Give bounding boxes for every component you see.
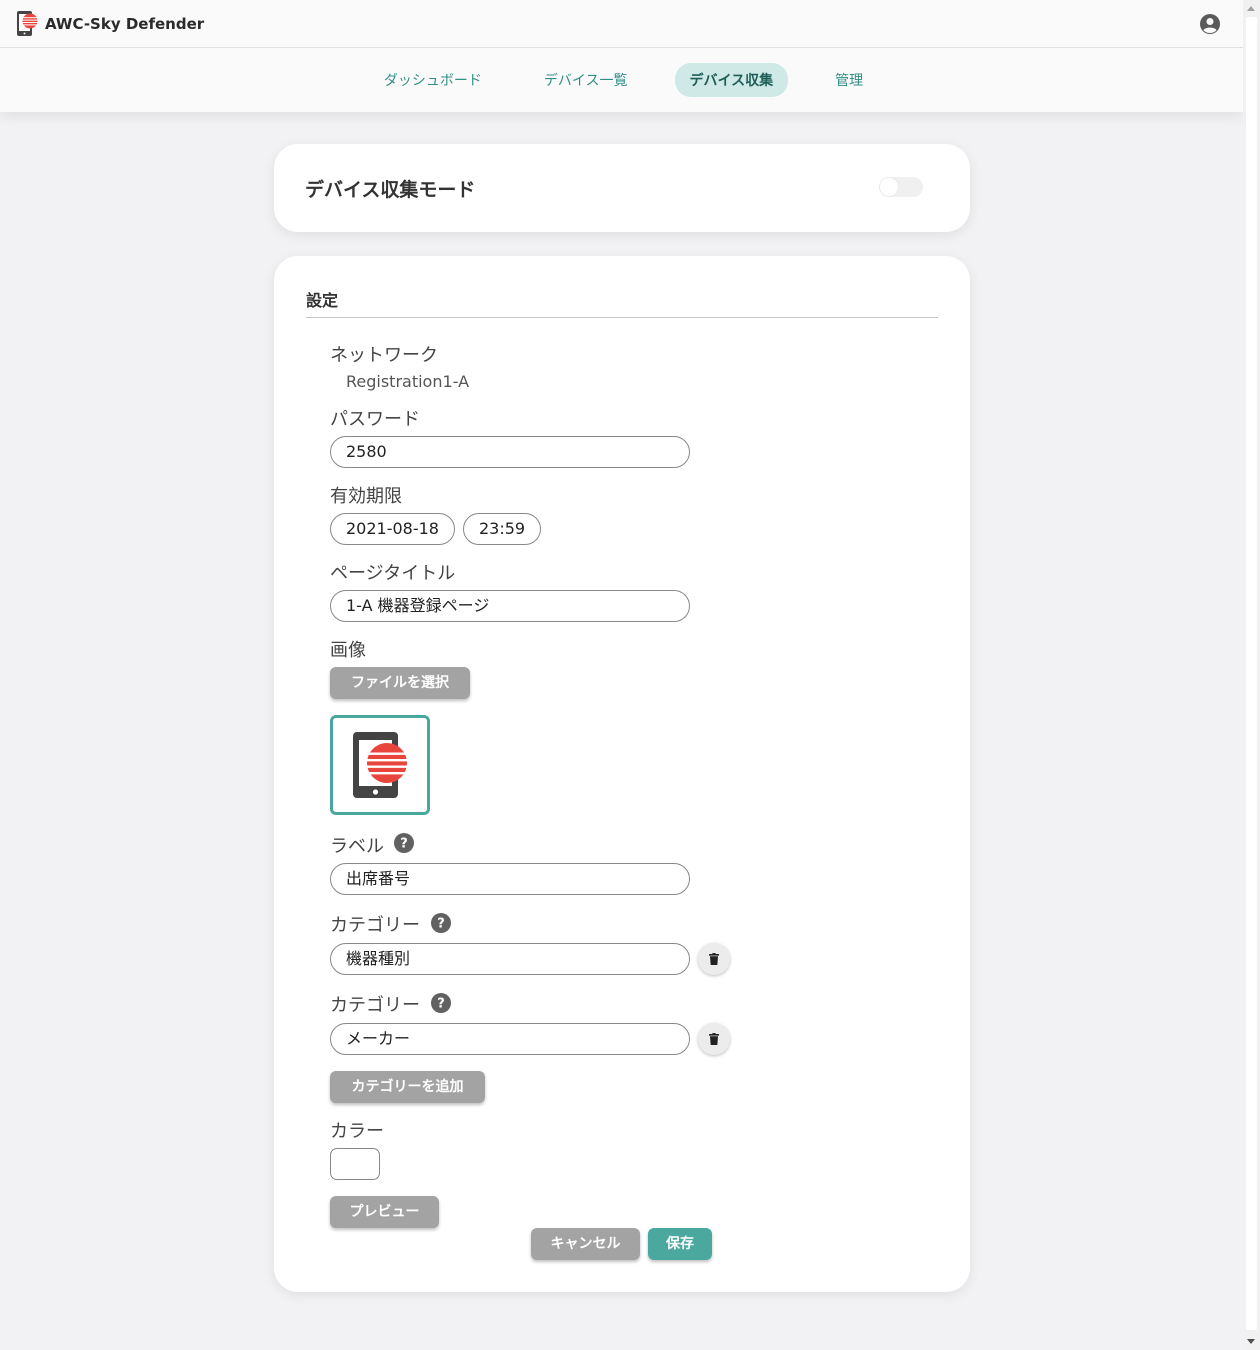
tab-admin[interactable]: 管理	[820, 63, 878, 97]
category-1-label: カテゴリー	[330, 915, 420, 936]
settings-divider	[306, 317, 938, 318]
scroll-thumb[interactable]	[1246, 17, 1257, 1330]
category-2-label: カテゴリー	[330, 995, 420, 1016]
save-button[interactable]: 保存	[648, 1228, 712, 1260]
expiry-time-input[interactable]: 23:59	[463, 513, 541, 545]
page-title-input[interactable]: 1-A 機器登録ページ	[330, 590, 690, 622]
settings-card: 設定 ネットワーク Registration1-A パスワード 2580 有効期…	[274, 256, 970, 1292]
category-2-delete-button[interactable]	[698, 1023, 730, 1055]
tab-dashboard[interactable]: ダッシュボード	[369, 63, 497, 97]
user-account-icon[interactable]	[1199, 13, 1221, 35]
add-category-button[interactable]: カテゴリーを追加	[330, 1071, 485, 1103]
label-input[interactable]: 出席番号	[330, 863, 690, 895]
app-logo-icon	[16, 10, 38, 38]
svg-text:?: ?	[437, 917, 445, 932]
main-nav: ダッシュボード デバイス一覧 デバイス収集 管理	[0, 48, 1243, 111]
tab-device-collection[interactable]: デバイス収集	[674, 62, 789, 97]
category-2-input[interactable]: メーカー	[330, 1023, 690, 1055]
tab-device-list[interactable]: デバイス一覧	[529, 63, 643, 97]
collection-mode-card: デバイス収集モード	[274, 144, 970, 232]
category-1-delete-button[interactable]	[698, 943, 730, 975]
image-preview	[330, 715, 430, 815]
svg-text:?: ?	[437, 997, 445, 1012]
scroll-down-arrow-icon[interactable]	[1247, 1339, 1255, 1344]
choose-file-button[interactable]: ファイルを選択	[330, 667, 470, 699]
image-label: 画像	[330, 640, 366, 661]
color-picker[interactable]	[330, 1148, 380, 1180]
network-label: ネットワーク	[330, 345, 438, 366]
device-logo-icon	[353, 732, 408, 798]
cancel-button[interactable]: キャンセル	[531, 1228, 640, 1260]
expiry-label: 有効期限	[330, 486, 402, 507]
network-value: Registration1-A	[346, 372, 470, 391]
collection-mode-toggle[interactable]	[879, 177, 923, 197]
app-title: AWC-Sky Defender	[45, 14, 205, 33]
page-title-label: ページタイトル	[330, 563, 456, 584]
category-2-help-icon[interactable]: ?	[431, 993, 451, 1013]
password-input[interactable]: 2580	[330, 436, 690, 468]
page-scrollbar[interactable]	[1243, 0, 1260, 1350]
svg-text:?: ?	[400, 837, 408, 852]
preview-button[interactable]: プレビュー	[330, 1196, 439, 1228]
top-bar: AWC-Sky Defender	[0, 0, 1243, 48]
category-1-help-icon[interactable]: ?	[431, 913, 451, 933]
password-label: パスワード	[330, 409, 420, 430]
expiry-date-input[interactable]: 2021-08-18	[330, 513, 455, 545]
trash-icon	[709, 953, 719, 965]
label-field-label: ラベル	[330, 836, 384, 857]
color-label: カラー	[330, 1121, 384, 1142]
trash-icon	[709, 1033, 719, 1045]
toggle-knob	[880, 178, 898, 196]
scroll-up-arrow-icon[interactable]	[1247, 6, 1255, 11]
app-header: AWC-Sky Defender ダッシュボード デバイス一覧 デバイス収集 管…	[0, 0, 1243, 112]
settings-title: 設定	[306, 291, 339, 310]
collection-mode-title: デバイス収集モード	[305, 179, 476, 201]
label-help-icon[interactable]: ?	[394, 833, 414, 853]
category-1-input[interactable]: 機器種別	[330, 943, 690, 975]
